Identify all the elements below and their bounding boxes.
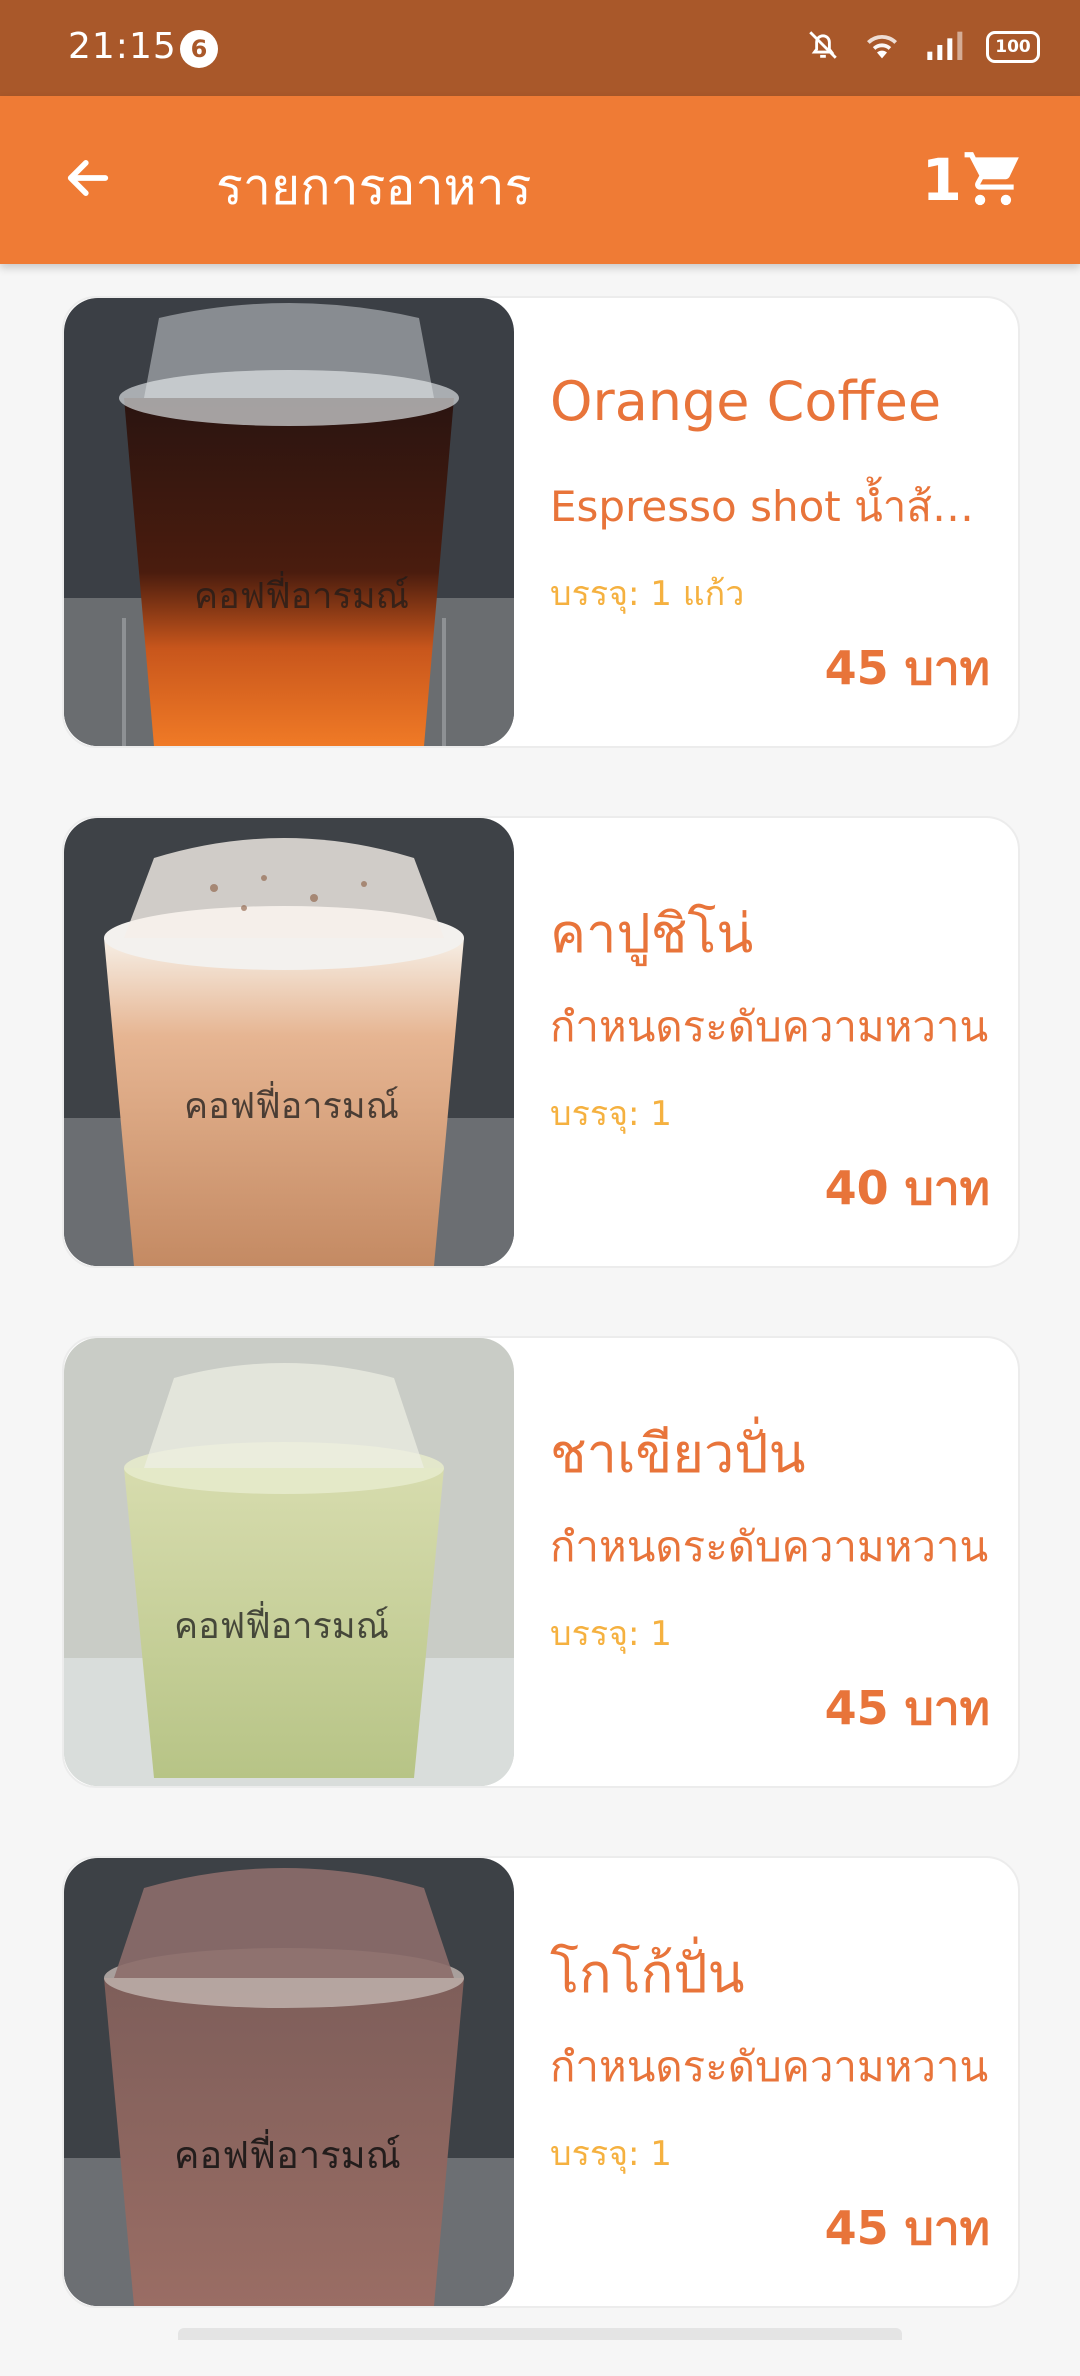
product-name: Orange Coffee — [550, 370, 942, 433]
product-card[interactable]: คอฟฟี่อารมณ์ โกโก้ปั่น กำหนดระดับความหวา… — [62, 1856, 1020, 2308]
product-description: Espresso shot น้ำส้มคั้น — [550, 482, 990, 531]
notification-count-badge: 6 — [180, 30, 218, 68]
product-description: กำหนดระดับความหวาน — [550, 1002, 989, 1051]
product-name: ชาเขียวปั่น — [550, 1422, 806, 1485]
wifi-icon — [862, 28, 902, 66]
product-pack: บรรจุ: 1 — [550, 2134, 672, 2174]
product-card[interactable]: คอฟฟี่อารมณ์ ชาเขียวปั่น กำหนดระดับความห… — [62, 1336, 1020, 1788]
page-title: รายการอาหาร — [216, 158, 532, 216]
product-pack: บรรจุ: 1 — [550, 1614, 672, 1654]
signal-icon — [924, 28, 964, 66]
svg-text:คอฟฟี่อารมณ์: คอฟฟี่อารมณ์ — [194, 571, 409, 617]
product-info: ชาเขียวปั่น กำหนดระดับความหวาน บรรจุ: 1 … — [550, 1338, 990, 1786]
arrow-left-icon — [62, 152, 114, 208]
product-description: กำหนดระดับความหวาน — [550, 1522, 989, 1571]
product-pack: บรรจุ: 1 — [550, 1094, 672, 1134]
back-button[interactable] — [50, 142, 126, 218]
product-image: คอฟฟี่อารมณ์ — [64, 298, 514, 746]
product-image: คอฟฟี่อารมณ์ — [64, 818, 514, 1266]
product-info: Orange Coffee Espresso shot น้ำส้มคั้น บ… — [550, 298, 990, 746]
svg-text:คอฟฟี่อารมณ์: คอฟฟี่อารมณ์ — [184, 1081, 399, 1127]
product-price: 45 บาท — [824, 641, 990, 695]
product-info: คาปูชิโน่ กำหนดระดับความหวาน บรรจุ: 1 40… — [550, 818, 990, 1266]
product-image: คอฟฟี่อารมณ์ — [64, 1858, 514, 2306]
status-icons: 100 — [806, 22, 1040, 72]
svg-text:คอฟฟี่อารมณ์: คอฟฟี่อารมณ์ — [174, 1601, 389, 1647]
status-time: 21:15 — [68, 26, 177, 67]
product-price: 40 บาท — [824, 1161, 990, 1215]
product-pack: บรรจุ: 1 แก้ว — [550, 574, 745, 614]
app-bar: รายการอาหาร 1 — [0, 96, 1080, 264]
status-bar: 21:15 6 100 — [0, 0, 1080, 96]
bell-off-icon — [806, 28, 840, 66]
cart-button[interactable]: 1 — [922, 140, 1024, 220]
product-card[interactable]: คอฟฟี่อารมณ์ คาปูชิโน่ กำหนดระดับความหวา… — [62, 816, 1020, 1268]
product-list: คอฟฟี่อารมณ์ Orange Coffee Espresso shot… — [62, 296, 1020, 2376]
battery-icon: 100 — [986, 31, 1040, 63]
svg-text:คอฟฟี่อารมณ์: คอฟฟี่อารมณ์ — [174, 2129, 401, 2177]
product-name: คาปูชิโน่ — [550, 902, 754, 965]
product-info: โกโก้ปั่น กำหนดระดับความหวาน บรรจุ: 1 45… — [550, 1858, 990, 2306]
product-price: 45 บาท — [824, 2201, 990, 2255]
product-description: กำหนดระดับความหวาน — [550, 2042, 989, 2091]
product-name: โกโก้ปั่น — [550, 1942, 745, 2005]
shopping-cart-icon — [962, 147, 1024, 213]
cart-count: 1 — [921, 146, 962, 214]
bottom-scroll-edge — [178, 2328, 902, 2340]
product-image: คอฟฟี่อารมณ์ — [64, 1338, 514, 1786]
product-price: 45 บาท — [824, 1681, 990, 1735]
product-card[interactable]: คอฟฟี่อารมณ์ Orange Coffee Espresso shot… — [62, 296, 1020, 748]
